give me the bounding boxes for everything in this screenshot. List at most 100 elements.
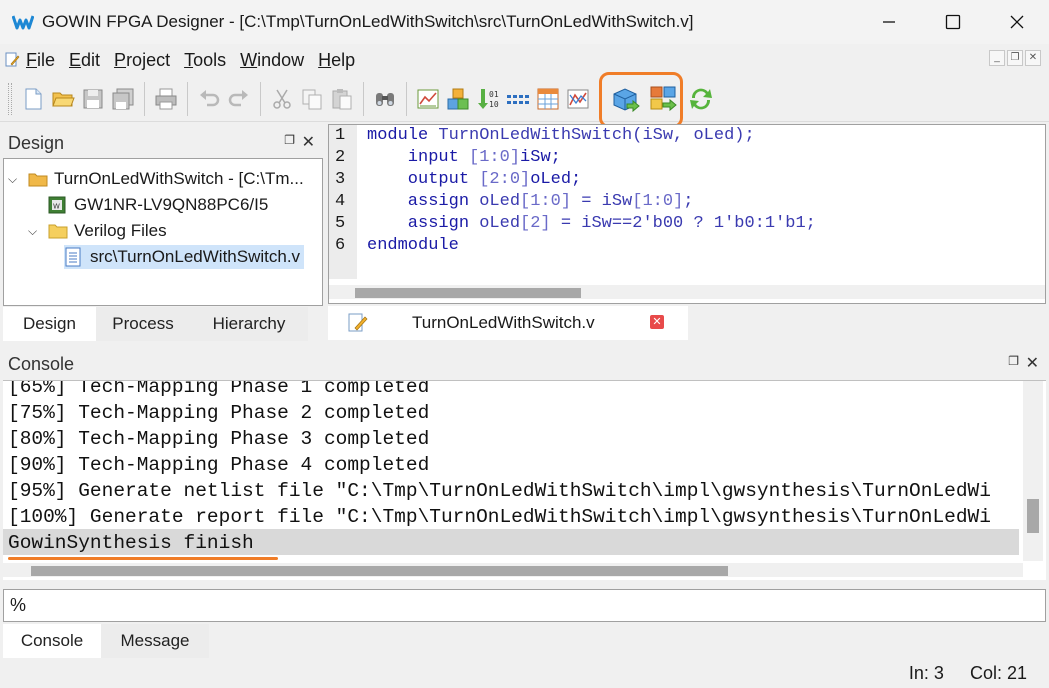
new-file-icon[interactable] [20,86,46,112]
tree-item-device[interactable]: W GW1NR-LV9QN88PC6/I5 [28,193,268,217]
binary-sort-icon[interactable]: 01 10 [475,86,501,112]
find-icon[interactable] [372,86,398,112]
code-token: oLed; [530,170,582,189]
toolbar-separator [187,81,188,116]
menu-project[interactable]: Project [114,50,170,71]
collapse-icon[interactable]: ⌵ [28,224,42,239]
line-number: 6 [335,236,346,255]
code-token: = iSw==2'b00 ? 1'b0:1'b1; [550,214,816,233]
console-line: [80%] Tech-Mapping Phase 3 completed [8,428,430,450]
highlight-underline [8,557,278,560]
design-panel-title: Design [8,132,65,153]
close-tab-icon[interactable]: ✕ [650,315,664,329]
tab-console[interactable]: Console [3,624,101,658]
save-icon[interactable] [80,86,106,112]
tree-item-project[interactable]: ⌵ TurnOnLedWithSwitch - [C:\Tm... [8,167,304,191]
close-panel-icon[interactable]: ✕ [302,132,315,152]
code-text: endmodule [367,235,459,257]
document-edit-icon [348,313,368,332]
code-token: [1:0] [469,148,521,167]
collapse-icon[interactable]: ⌵ [8,172,22,187]
undo-icon[interactable] [196,86,222,112]
tree-item-source-file[interactable]: src\TurnOnLedWithSwitch.v [64,245,305,269]
print-icon[interactable] [153,86,179,112]
console-line: [65%] Tech-Mapping Phase 1 completed [8,380,430,398]
code-token: oLed [479,192,521,211]
editor-tab[interactable]: TurnOnLedWithSwitch.v ✕ [328,306,688,340]
mdi-restore-button[interactable]: ❐ [1007,50,1023,66]
minimize-icon [883,21,895,23]
code-token: assign [367,214,480,233]
menu-window[interactable]: Window [240,50,304,71]
code-token: oLed [479,214,521,233]
title-bar: GOWIN FPGA Designer - [C:\Tmp\TurnOnLedW… [0,0,1049,44]
menu-tools[interactable]: Tools [184,50,226,71]
tree-item-verilog-files[interactable]: ⌵ Verilog Files [28,219,167,243]
status-bar: In: 3 Col: 21 [0,658,1049,688]
close-panel-icon[interactable]: ✕ [1026,353,1039,373]
close-icon [1010,15,1024,29]
editor-hscroll-thumb[interactable] [355,288,581,298]
redo-icon[interactable] [226,86,252,112]
toolbar-grip[interactable] [8,82,12,115]
code-token: output [367,170,480,189]
code-text: module TurnOnLedWithSwitch(iSw, oLed); [367,125,755,147]
tab-process[interactable]: Process [96,307,190,341]
svg-text:W: W [53,203,60,211]
console-hscroll-thumb[interactable] [31,566,728,576]
analyzer-icon[interactable] [565,86,591,112]
line-number: 3 [335,170,346,189]
cut-icon[interactable] [269,86,295,112]
chip-icon: W [48,196,68,214]
tab-design[interactable]: Design [3,307,96,341]
mdi-close-button[interactable]: ✕ [1025,50,1041,66]
minimize-button[interactable] [857,0,921,44]
highlight-box [599,72,683,128]
float-panel-icon[interactable]: ❐ [284,133,295,147]
schematic-icon[interactable] [415,86,441,112]
console-panel-title: Console [8,353,75,374]
table-icon[interactable] [535,86,561,112]
toolbar-separator [406,81,407,116]
mdi-minimize-button[interactable]: _ [989,50,1005,66]
ip-core-icon[interactable] [445,86,471,112]
status-line: In: 3 [908,662,944,683]
float-panel-icon[interactable]: ❐ [1008,354,1019,368]
console-output[interactable]: [65%] Tech-Mapping Phase 1 completed [75… [3,380,1046,580]
console-line: [95%] Generate netlist file "C:\Tmp\Turn… [8,480,991,502]
copy-icon[interactable] [299,86,325,112]
line-number: 2 [335,148,346,167]
tcl-command-input[interactable]: % [3,589,1046,622]
toolbar: 01 10 [0,76,1049,122]
svg-text:10: 10 [489,100,499,109]
code-token: [1:0] [632,192,684,211]
menu-help[interactable]: Help [318,50,355,71]
menu-file[interactable]: File [26,50,55,71]
console-vscrollbar[interactable] [1023,381,1043,561]
document-edit-icon[interactable] [4,52,20,68]
gowin-logo-icon [12,15,34,30]
code-editor[interactable]: 1 module TurnOnLedWithSwitch(iSw, oLed); 2… [328,124,1046,304]
console-vscroll-thumb[interactable] [1027,499,1039,533]
close-window-button[interactable] [985,0,1049,44]
project-folder-icon [28,170,48,188]
save-all-icon[interactable] [110,86,136,112]
timing-icon[interactable] [505,86,531,112]
open-folder-icon[interactable] [50,86,76,112]
folder-icon [48,222,68,240]
design-panel-tabs: Design Process Hierarchy [3,307,323,341]
refresh-icon[interactable] [684,82,718,116]
menu-edit[interactable]: Edit [69,50,100,71]
status-col: Col: 21 [969,662,1027,683]
code-token: [2:0] [479,170,531,189]
toolbar-separator [363,81,364,116]
maximize-button[interactable] [921,0,985,44]
code-text: assign oLed[2] = iSw==2'b00 ? 1'b0:1'b1; [367,213,816,235]
tab-message[interactable]: Message [101,624,209,658]
paste-icon[interactable] [329,86,355,112]
tab-hierarchy[interactable]: Hierarchy [190,307,308,341]
line-number: 5 [335,214,346,233]
design-tree: ⌵ TurnOnLedWithSwitch - [C:\Tm... W GW1N… [3,158,323,306]
code-token: iSw; [520,148,561,167]
toolbar-separator [144,81,145,116]
